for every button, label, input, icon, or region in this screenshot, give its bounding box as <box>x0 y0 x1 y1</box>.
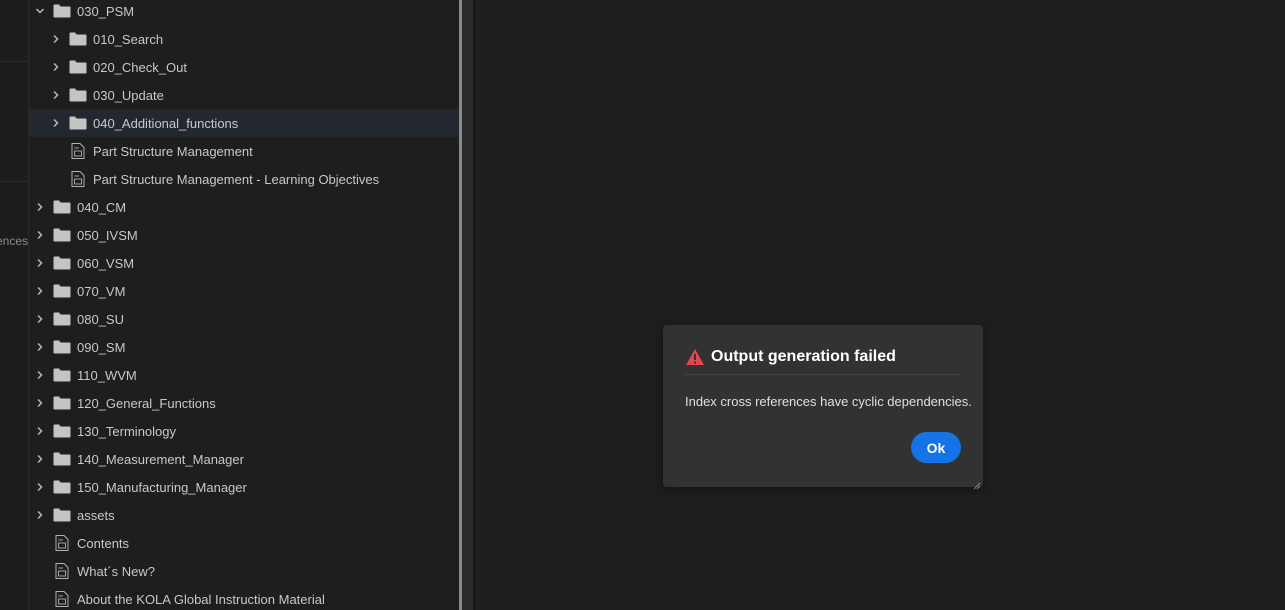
folder-icon <box>69 116 87 130</box>
tree-item-label: Contents <box>77 535 130 551</box>
tree-item-label: 110_WVM <box>77 367 137 383</box>
tree-item-label: 040_Additional_functions <box>93 115 239 131</box>
folder-icon <box>53 508 71 522</box>
topic-file-icon <box>55 535 69 551</box>
splitter-handle[interactable] <box>459 0 462 610</box>
chevron-right-icon[interactable] <box>33 312 47 326</box>
dialog-title: Output generation failed <box>711 347 896 365</box>
folder-icon <box>53 200 71 214</box>
tree-folder-row[interactable]: 030_PSM <box>29 0 459 25</box>
tree-folder-row[interactable]: 090_SM <box>29 333 459 361</box>
tree-file-row[interactable]: About the KOLA Global Instruction Materi… <box>29 585 459 610</box>
ok-button[interactable]: Ok <box>911 432 961 463</box>
topic-file-icon <box>71 171 85 187</box>
folder-icon <box>53 452 71 466</box>
folder-icon <box>69 32 87 46</box>
topic-file-icon <box>55 563 69 579</box>
chevron-right-icon[interactable] <box>33 340 47 354</box>
tree-folder-row[interactable]: 120_General_Functions <box>29 389 459 417</box>
tree-item-label: 010_Search <box>93 31 164 47</box>
tree-item-label: 080_SU <box>77 311 124 327</box>
tree-folder-row[interactable]: 130_Terminology <box>29 417 459 445</box>
tree-folder-row[interactable]: assets <box>29 501 459 529</box>
tree-folder-row[interactable]: 070_VM <box>29 277 459 305</box>
folder-icon <box>53 368 71 382</box>
folder-icon <box>53 424 71 438</box>
folder-icon <box>53 396 71 410</box>
tree-item-label: Part Structure Management <box>93 143 253 159</box>
tree-item-label: 020_Check_Out <box>93 59 187 75</box>
tree-item-label: 090_SM <box>77 339 126 355</box>
tree-item-label: 130_Terminology <box>77 423 177 439</box>
panel-splitter[interactable] <box>459 0 475 610</box>
app-window: References 030_PSM 010_Search 020_Check_Ou… <box>0 0 1285 610</box>
dialog-header: Output generation failed <box>685 345 961 375</box>
tree-item-label: Part Structure Management - Learning Obj… <box>93 171 380 187</box>
tree-item-label: 030_Update <box>93 87 164 103</box>
chevron-right-icon[interactable] <box>33 228 47 242</box>
folder-icon <box>53 284 71 298</box>
chevron-right-icon[interactable] <box>33 424 47 438</box>
chevron-right-icon[interactable] <box>33 284 47 298</box>
tree-folder-row[interactable]: 040_CM <box>29 193 459 221</box>
tree-file-row[interactable]: Part Structure Management <box>29 137 459 165</box>
chevron-right-icon[interactable] <box>33 368 47 382</box>
tree-file-row[interactable]: What´s New? <box>29 557 459 585</box>
dialog-message: Index cross references have cyclic depen… <box>685 394 972 409</box>
topic-file-icon <box>55 591 69 607</box>
main-area <box>475 0 1285 610</box>
tree-item-label: 050_IVSM <box>77 227 138 243</box>
chevron-right-icon[interactable] <box>33 452 47 466</box>
chevron-right-icon[interactable] <box>33 508 47 522</box>
tree-item-label: 070_VM <box>77 283 126 299</box>
folder-icon <box>53 312 71 326</box>
tree-file-row[interactable]: Part Structure Management - Learning Obj… <box>29 165 459 193</box>
chevron-right-icon[interactable] <box>49 32 63 46</box>
folder-icon <box>69 88 87 102</box>
tree-item-label: 140_Measurement_Manager <box>77 451 244 467</box>
resize-grip-icon[interactable] <box>973 477 981 490</box>
chevron-right-icon[interactable] <box>49 116 63 130</box>
tree-folder-row[interactable]: 150_Manufacturing_Manager <box>29 473 459 501</box>
strip-divider <box>0 181 28 182</box>
activity-strip: References <box>0 0 29 610</box>
chevron-down-icon[interactable] <box>33 4 47 18</box>
error-dialog: Output generation failed Index cross ref… <box>663 325 983 490</box>
chevron-right-icon[interactable] <box>33 396 47 410</box>
tree-folder-row[interactable]: 140_Measurement_Manager <box>29 445 459 473</box>
chevron-right-icon[interactable] <box>33 480 47 494</box>
tree-folder-row[interactable]: 010_Search <box>29 25 459 53</box>
folder-icon <box>53 256 71 270</box>
tree-item-label: assets <box>77 507 115 523</box>
folder-icon <box>69 60 87 74</box>
tree-folder-row[interactable]: 050_IVSM <box>29 221 459 249</box>
tree-item-label: 030_PSM <box>77 3 135 19</box>
chevron-right-icon[interactable] <box>33 256 47 270</box>
folder-icon <box>53 340 71 354</box>
chevron-right-icon[interactable] <box>49 88 63 102</box>
tree-item-label: 150_Manufacturing_Manager <box>77 479 247 495</box>
tree-item-label: 120_General_Functions <box>77 395 216 411</box>
tree-item-label: About the KOLA Global Instruction Materi… <box>77 591 325 607</box>
tree-folder-row[interactable]: 030_Update <box>29 81 459 109</box>
tree-folder-row[interactable]: 110_WVM <box>29 361 459 389</box>
alert-triangle-icon <box>685 348 705 366</box>
folder-icon <box>53 228 71 242</box>
tree-item-label: 040_CM <box>77 199 127 215</box>
topic-file-icon <box>71 143 85 159</box>
folder-icon <box>53 480 71 494</box>
tree-folder-row[interactable]: 060_VSM <box>29 249 459 277</box>
chevron-right-icon[interactable] <box>49 60 63 74</box>
tree-item-label: What´s New? <box>77 563 156 579</box>
chevron-right-icon[interactable] <box>33 200 47 214</box>
tree-folder-row[interactable]: 080_SU <box>29 305 459 333</box>
project-tree: 030_PSM 010_Search 020_Check_Out 030_Update… <box>29 0 459 610</box>
strip-references-label[interactable]: References <box>0 234 28 248</box>
tree-folder-row[interactable]: 020_Check_Out <box>29 53 459 81</box>
tree-file-row[interactable]: Contents <box>29 529 459 557</box>
tree-folder-row[interactable]: 040_Additional_functions <box>29 109 459 137</box>
folder-icon <box>53 4 71 18</box>
tree-item-label: 060_VSM <box>77 255 135 271</box>
strip-divider <box>0 61 28 62</box>
